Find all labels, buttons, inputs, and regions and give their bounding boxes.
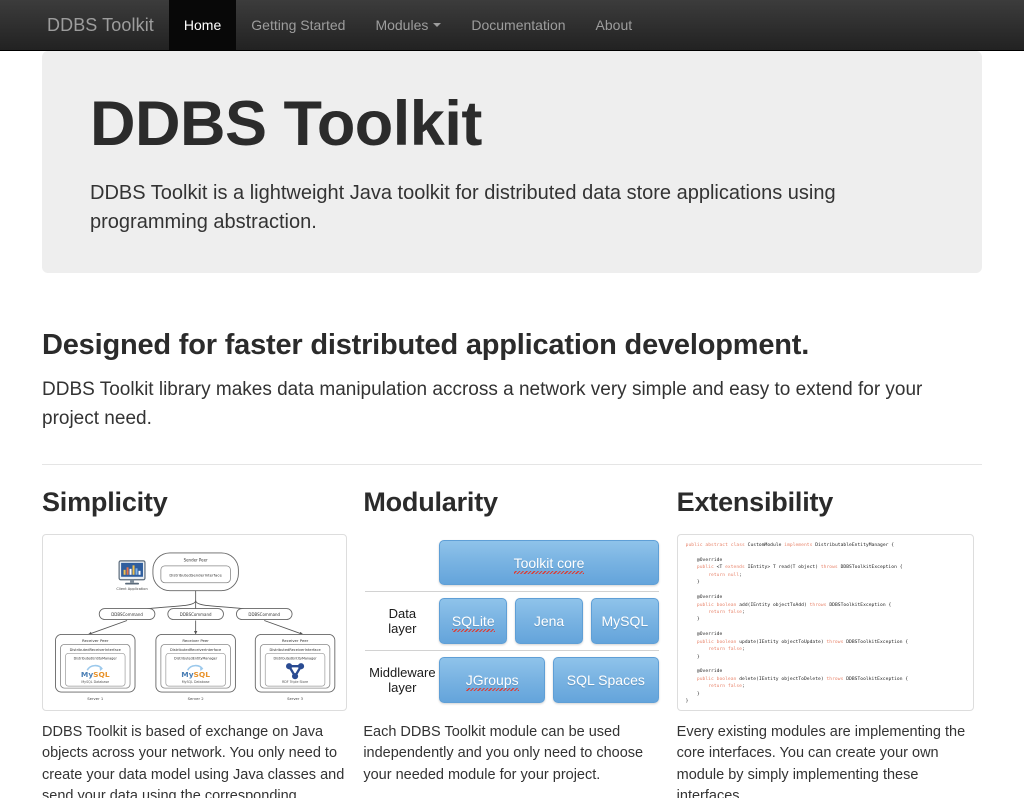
middleware-layer-label-line2: layer bbox=[388, 680, 417, 695]
feature-description-simplicity: DDBS Toolkit is based of exchange on Jav… bbox=[42, 724, 345, 798]
svg-text:DistributedEntityManager: DistributedEntityManager bbox=[174, 656, 218, 660]
modularity-diagram: Toolkit core Data layer SQLite Jena MySQ… bbox=[363, 534, 660, 711]
nav-item-getting-started[interactable]: Getting Started bbox=[236, 0, 360, 50]
svg-text:Receiver Peer: Receiver Peer bbox=[182, 638, 209, 643]
server-label-3: Server 3 bbox=[287, 697, 304, 701]
module-box-sqlite[interactable]: SQLite bbox=[439, 598, 508, 644]
server-label-2: Server 2 bbox=[188, 697, 205, 701]
nav-item-list: Home Getting Started Modules Documentati… bbox=[168, 0, 648, 50]
nav-item-about-label: About bbox=[595, 17, 633, 33]
ddbs-command-pill-1: DDBSCommand bbox=[98, 608, 156, 620]
distributed-sender-interface-label: DistributedSenderInterface bbox=[169, 572, 222, 577]
svg-text:DistributedReceiverInterface: DistributedReceiverInterface bbox=[70, 648, 121, 652]
module-box-jgroups-label: JGroups bbox=[465, 672, 519, 691]
middleware-layer-label-line1: Middleware bbox=[369, 664, 436, 680]
modularity-middleware-boxes: JGroups SQL Spaces bbox=[439, 657, 659, 703]
data-layer-label-line1: Data bbox=[388, 605, 417, 621]
module-box-toolkit-core[interactable]: Toolkit core bbox=[439, 540, 659, 585]
client-application-label: Client Application bbox=[116, 587, 147, 591]
server-label-1: Server 1 bbox=[87, 697, 104, 701]
lead-text: DDBS Toolkit library makes data manipula… bbox=[42, 379, 923, 429]
hero-subtitle: DDBS Toolkit is a lightweight Java toolk… bbox=[90, 182, 836, 234]
feature-title-simplicity: Simplicity bbox=[42, 487, 168, 517]
module-box-mysql-label: MySQL bbox=[601, 613, 649, 629]
hero-jumbotron: DDBS Toolkit DDBS Toolkit is a lightweig… bbox=[42, 51, 982, 273]
modularity-core-spacer bbox=[365, 540, 439, 585]
content-container: DDBS Toolkit DDBS Toolkit is a lightweig… bbox=[42, 51, 982, 798]
module-box-sql-spaces-label: SQL Spaces bbox=[566, 672, 645, 688]
svg-text:Receiver Peer: Receiver Peer bbox=[82, 638, 109, 643]
modularity-data-layer-row: Data layer SQLite Jena MySQL bbox=[365, 598, 659, 644]
client-application-icon: Client Application bbox=[116, 560, 148, 591]
svg-text:RDF Triple Store: RDF Triple Store bbox=[282, 680, 308, 684]
feature-column-extensibility: Extensibility public abstract class Cust… bbox=[669, 487, 982, 798]
module-box-jena-label: Jena bbox=[533, 613, 565, 629]
ddbs-command-label-3: DDBSCommand bbox=[248, 612, 280, 617]
feature-column-simplicity: Simplicity Client Application Sender Pee… bbox=[42, 487, 355, 798]
sender-peer-node: Sender Peer DistributedSenderInterface bbox=[152, 552, 239, 592]
nav-item-documentation[interactable]: Documentation bbox=[456, 0, 580, 50]
feature-columns: Simplicity Client Application Sender Pee… bbox=[42, 465, 982, 798]
svg-text:DistributedReceiverInterface: DistributedReceiverInterface bbox=[269, 648, 320, 652]
module-box-jena[interactable]: Jena bbox=[515, 598, 583, 644]
modularity-core-row: Toolkit core bbox=[365, 540, 659, 585]
nav-item-getting-started-label: Getting Started bbox=[251, 17, 346, 33]
svg-text:MySQL Database: MySQL Database bbox=[182, 680, 210, 684]
module-box-mysql[interactable]: MySQL bbox=[590, 598, 659, 644]
modularity-divider-1 bbox=[365, 591, 659, 592]
nav-item-home-label: Home bbox=[183, 17, 222, 33]
modularity-data-boxes: SQLite Jena MySQL bbox=[439, 598, 659, 644]
receiver-peer-node-2: Receiver Peer DistributedReceiverInterfa… bbox=[155, 633, 236, 701]
nav-item-modules[interactable]: Modules bbox=[360, 0, 456, 50]
ddbs-command-label-1: DDBSCommand bbox=[111, 612, 143, 617]
simplicity-diagram-thumbnail[interactable]: Client Application Sender Peer Distribut… bbox=[42, 534, 348, 711]
svg-text:MySQL Database: MySQL Database bbox=[81, 680, 109, 684]
nav-item-modules-label: Modules bbox=[375, 17, 429, 33]
svg-text:DistributedReceiverInterface: DistributedReceiverInterface bbox=[170, 648, 221, 652]
navbar-brand[interactable]: DDBS Toolkit bbox=[32, 0, 169, 50]
feature-column-modularity: Modularity Toolkit core Data layer SQLit… bbox=[355, 487, 668, 798]
receiver-peer-node-3: Receiver Peer DistributedReceiverInterfa… bbox=[254, 633, 336, 701]
receiver-peer-node-1: Receiver Peer DistributedReceiverInterfa… bbox=[55, 633, 136, 701]
module-box-sql-spaces[interactable]: SQL Spaces bbox=[553, 657, 659, 703]
feature-description-extensibility: Every existing modules are implementing … bbox=[676, 724, 966, 798]
svg-text:Receiver Peer: Receiver Peer bbox=[282, 638, 309, 643]
page-content: DDBS Toolkit DDBS Toolkit is a lightweig… bbox=[0, 51, 1024, 798]
modularity-middleware-layer-row: Middleware layer JGroups SQL Spaces bbox=[365, 657, 659, 703]
sender-peer-label: Sender Peer bbox=[184, 557, 208, 562]
top-navigation-bar: DDBS Toolkit Home Getting Started Module… bbox=[0, 0, 1024, 51]
ddbs-command-pill-3: DDBSCommand bbox=[235, 608, 293, 620]
ddbs-command-pill-2: DDBSCommand bbox=[167, 608, 224, 620]
modularity-core-boxes: Toolkit core bbox=[439, 540, 659, 585]
simplicity-architecture-diagram: Client Application Sender Peer Distribut… bbox=[47, 539, 342, 706]
svg-text:DistributedEntityManager: DistributedEntityManager bbox=[273, 656, 317, 660]
feature-title-extensibility: Extensibility bbox=[676, 487, 834, 517]
nav-item-about[interactable]: About bbox=[581, 0, 648, 50]
ddbs-command-label-2: DDBSCommand bbox=[180, 612, 212, 617]
module-box-jgroups[interactable]: JGroups bbox=[439, 657, 545, 703]
lead-heading: Designed for faster distributed applicat… bbox=[42, 329, 810, 361]
nav-item-documentation-label: Documentation bbox=[471, 17, 566, 33]
module-box-toolkit-core-label: Toolkit core bbox=[513, 554, 585, 574]
modularity-divider-2 bbox=[365, 650, 659, 651]
svg-text:MySQL: MySQL bbox=[81, 670, 110, 679]
modularity-data-layer-label: Data layer bbox=[365, 598, 439, 644]
nav-item-home[interactable]: Home bbox=[168, 0, 237, 50]
chevron-down-icon bbox=[433, 23, 442, 27]
extensibility-code-block: public abstract class CustomModule imple… bbox=[685, 543, 909, 705]
feature-title-modularity: Modularity bbox=[363, 487, 498, 517]
lead-section: Designed for faster distributed applicat… bbox=[42, 273, 982, 465]
extensibility-code-thumbnail[interactable]: public abstract class CustomModule imple… bbox=[676, 534, 974, 711]
feature-description-modularity: Each DDBS Toolkit module can be used ind… bbox=[363, 724, 644, 783]
svg-text:MySQL: MySQL bbox=[181, 670, 210, 679]
svg-text:DistributedEntityManager: DistributedEntityManager bbox=[74, 656, 118, 660]
modularity-middleware-layer-label: Middleware layer bbox=[365, 657, 439, 703]
module-box-sqlite-label: SQLite bbox=[451, 613, 495, 632]
hero-title: DDBS Toolkit bbox=[90, 89, 482, 159]
data-layer-label-line2: layer bbox=[388, 621, 417, 636]
